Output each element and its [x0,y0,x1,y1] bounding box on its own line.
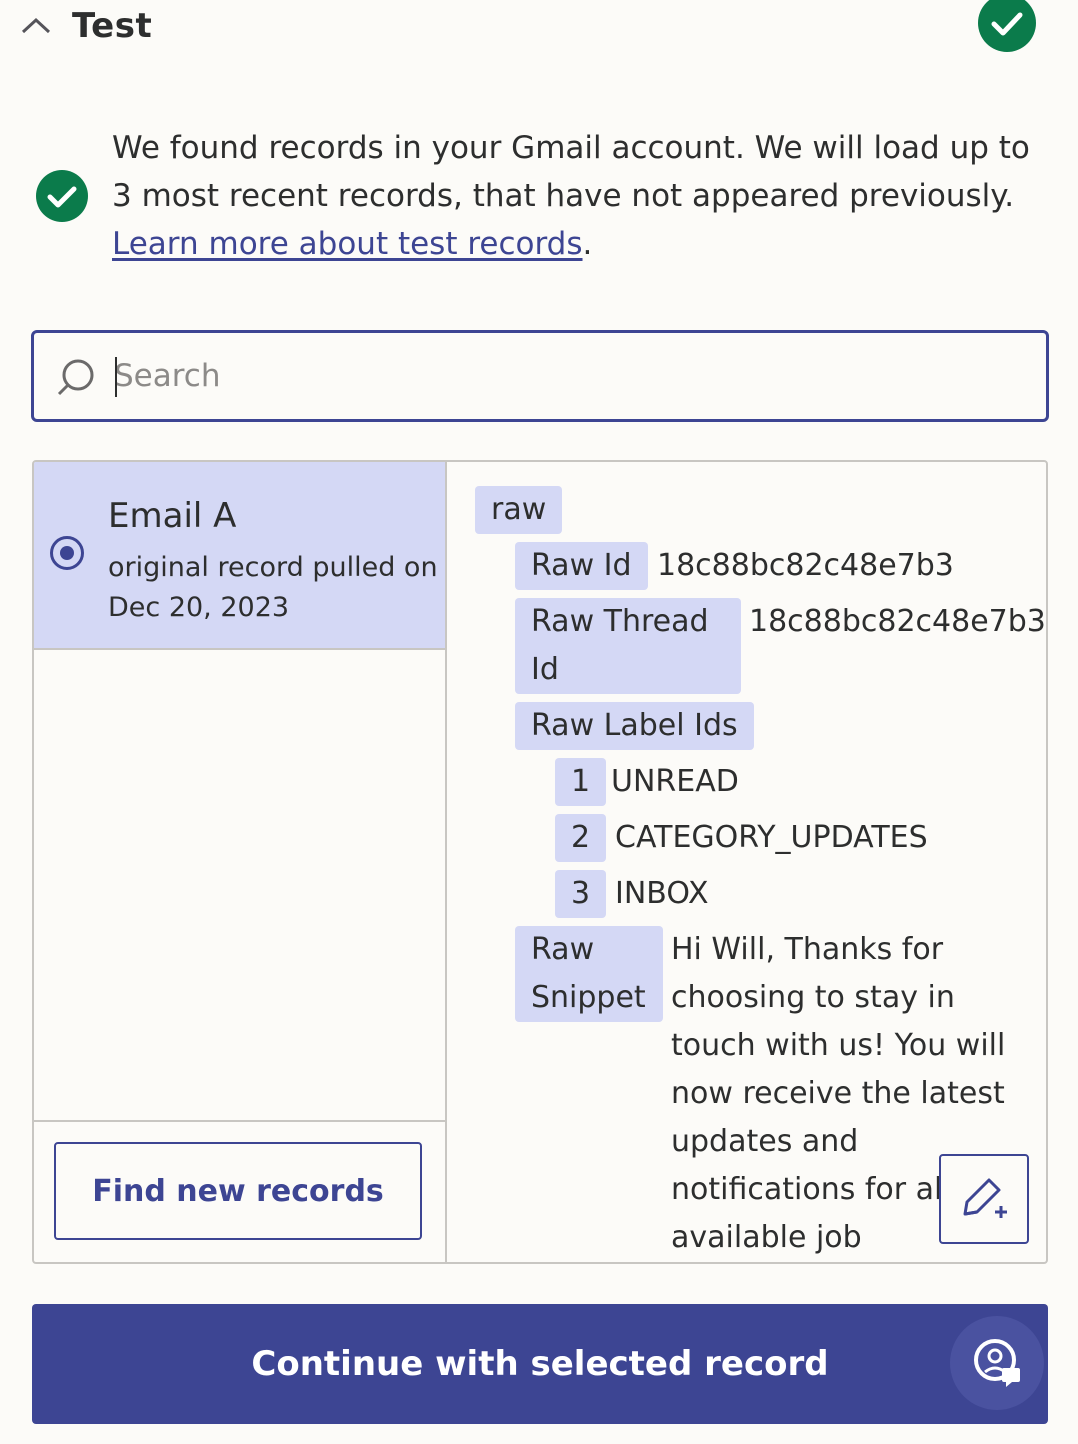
key-raw-id: Raw Id [515,542,648,590]
help-chat-button[interactable] [950,1316,1044,1410]
info-text: We found records in your Gmail account. … [112,130,1030,214]
record-subtitle: original record pulled on Dec 20, 2023 [108,552,438,623]
key-raw-label-ids: Raw Label Ids [515,702,754,750]
test-panel: Test We found records in your Gmail acco… [0,0,1078,1444]
label-index: 1 [555,758,607,806]
record-title: Email A [108,496,237,536]
check-circle-icon [36,170,88,222]
label-value: INBOX [615,876,709,911]
label-value: UNREAD [611,764,739,799]
edit-add-button[interactable] [939,1154,1029,1244]
record-item[interactable]: Email A original record pulled on Dec 20… [34,462,445,650]
continue-button[interactable]: Continue with selected record [32,1304,1048,1424]
success-check-icon [978,0,1036,52]
search-icon [57,359,94,396]
record-detail: raw Raw Id 18c88bc82c48e7b3 Raw Thread I… [447,462,1046,1262]
records-list: Email A original record pulled on Dec 20… [34,462,447,1262]
label-index: 2 [555,814,607,862]
find-new-records-button[interactable]: Find new records [54,1142,422,1240]
label-index: 3 [555,870,607,918]
key-raw: raw [475,486,563,534]
info-message: We found records in your Gmail account. … [112,124,1042,268]
search-box [31,330,1049,422]
search-input[interactable] [114,333,1014,419]
records-panel: Email A original record pulled on Dec 20… [32,460,1048,1264]
info-trailing: . [582,226,593,262]
radio-selected-icon[interactable] [50,536,84,570]
key-raw-thread-id: Raw Thread Id [515,598,741,694]
chevron-up-icon[interactable] [20,14,52,38]
label-value: CATEGORY_UPDATES [615,820,928,855]
section-header: Test [0,0,1078,60]
records-list-footer: Find new records [34,1120,445,1262]
text-caret [115,357,117,397]
value-raw-id: 18c88bc82c48e7b3 [657,548,954,583]
value-raw-thread-id: 18c88bc82c48e7b3 [749,604,1046,639]
section-title: Test [72,6,153,46]
pencil-plus-icon [963,1178,1007,1218]
help-icon [974,1339,1020,1387]
learn-more-link[interactable]: Learn more about test records [112,226,583,262]
key-raw-snippet: Raw Snippet [515,926,663,1022]
